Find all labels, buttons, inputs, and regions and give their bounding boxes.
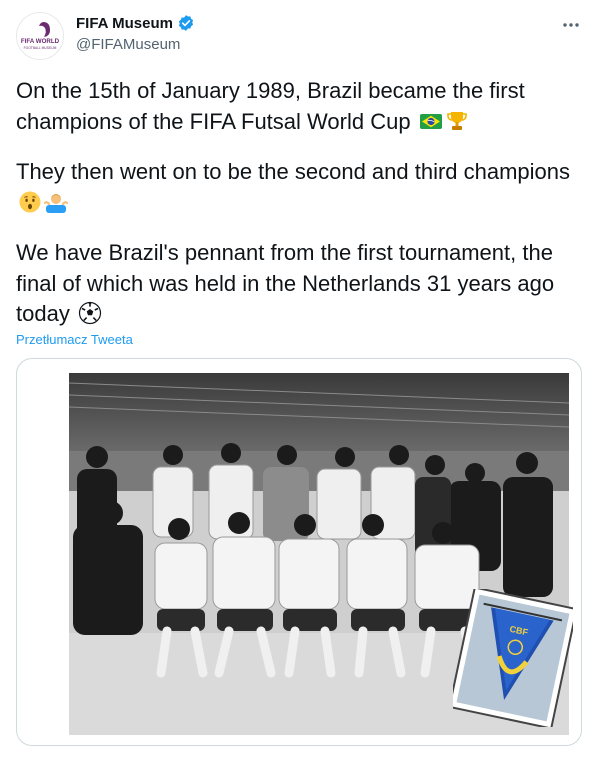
tweet-paragraph-1: On the 15th of January 1989, Brazil beca… xyxy=(16,76,582,137)
pennant-image: CBF xyxy=(453,589,573,727)
translate-tweet-link[interactable]: Przetłumacz Tweeta xyxy=(16,332,133,347)
avatar-text-line2: FOOTBALL MUSEUM xyxy=(24,46,57,50)
hushed-face-emoji xyxy=(19,191,41,212)
tweet-paragraph-3: We have Brazil's pennant from the first … xyxy=(16,238,582,330)
handle[interactable]: @FIFAMuseum xyxy=(76,36,180,53)
tweet-paragraph-2-text: They then went on to be the second and t… xyxy=(16,159,571,184)
author-name-row[interactable]: FIFA Museum xyxy=(76,14,195,32)
tweet-card: FIFA WORLD FOOTBALL MUSEUM FIFA Museum @… xyxy=(0,0,598,761)
man-shrugging-emoji xyxy=(44,193,68,213)
display-name[interactable]: FIFA Museum xyxy=(76,15,173,32)
avatar[interactable]: FIFA WORLD FOOTBALL MUSEUM xyxy=(16,12,64,60)
tweet-text: On the 15th of January 1989, Brazil beca… xyxy=(16,76,582,330)
brazil-flag-emoji xyxy=(419,113,442,129)
avatar-text-line1: FIFA WORLD xyxy=(21,38,60,45)
tweet-paragraph-2: They then went on to be the second and t… xyxy=(16,157,582,218)
trophy-emoji xyxy=(446,111,467,130)
tweet-media-photo[interactable]: CBF xyxy=(16,358,582,746)
more-options-icon[interactable] xyxy=(560,14,582,36)
verified-badge-icon xyxy=(178,15,194,31)
soccer-ball-emoji xyxy=(78,301,102,325)
